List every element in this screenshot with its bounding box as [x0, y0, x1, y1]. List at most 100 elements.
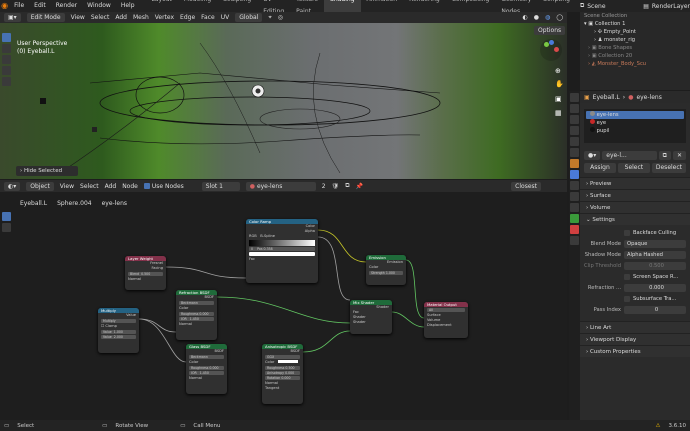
ne-menu-select[interactable]: Select — [80, 183, 99, 190]
constraints-tab-icon[interactable] — [570, 203, 579, 212]
modifier-tab-icon[interactable] — [570, 170, 579, 179]
scene-tab-icon[interactable] — [570, 137, 579, 146]
sss-checkbox[interactable] — [624, 295, 630, 302]
shader-type-select[interactable]: Object — [26, 181, 54, 191]
shading-solid-icon[interactable]: ● — [534, 14, 539, 21]
menu-file[interactable]: File — [9, 0, 29, 12]
emission-strength[interactable]: Strength 1.000 — [369, 271, 403, 275]
deselect-button[interactable]: Deselect — [651, 163, 687, 173]
material-slot-list[interactable]: eye-lens eye pupil — [584, 109, 686, 143]
slot-eye[interactable]: eye — [586, 119, 684, 127]
ssr-checkbox[interactable] — [624, 273, 630, 280]
node-annotate-tool-icon[interactable] — [2, 223, 11, 232]
outliner-collection-20[interactable]: › ▣ Collection 20 — [580, 52, 690, 60]
glass-roughness[interactable]: Roughness 0.000 — [189, 366, 224, 370]
view-layer-tab-icon[interactable] — [570, 126, 579, 135]
color-ramp-mode[interactable]: RGB B-Spline — [246, 234, 318, 239]
backface-row[interactable]: Backface Culling — [580, 227, 690, 238]
material-output-node[interactable]: Material Output All Surface Volume Displ… — [424, 302, 468, 338]
physics-tab-icon[interactable] — [570, 192, 579, 201]
panel-line-art[interactable]: › Line Art — [580, 321, 690, 333]
menu-help[interactable]: Help — [116, 0, 140, 12]
navigation-gizmo[interactable] — [540, 39, 562, 61]
data-tab-icon[interactable] — [570, 214, 579, 223]
menu-render[interactable]: Render — [51, 0, 82, 12]
hide-selected-panel[interactable]: › Hide Selected — [16, 166, 78, 176]
outliner-monster-body[interactable]: › ◭ Monster_Body_Scu — [580, 60, 690, 68]
refraction-roughness[interactable]: Roughness 0.000 — [179, 312, 214, 316]
outliner-bone-shapes[interactable]: › ▣ Bone Shapes — [580, 44, 690, 52]
tool-tab-icon[interactable] — [570, 93, 579, 102]
shadow-mode-select[interactable]: Alpha Hashed — [624, 250, 686, 259]
blend-mode-select[interactable]: Opaque — [624, 239, 686, 248]
vp-menu-view[interactable]: View — [71, 14, 85, 21]
vp-menu-select[interactable]: Select — [91, 14, 110, 21]
mode-select[interactable]: Edit Mode — [26, 13, 65, 22]
ortho-icon[interactable]: ▦ — [555, 109, 562, 117]
color-ramp-node[interactable]: Color Ramp Color Alpha RGB B-Spline 0 Po… — [246, 219, 318, 283]
camera-icon[interactable]: ▣ — [555, 95, 562, 103]
ssr-row[interactable]: Screen Space R... — [580, 271, 690, 282]
clip-threshold-field[interactable]: 0.500 — [624, 261, 686, 270]
particles-tab-icon[interactable] — [570, 181, 579, 190]
multiply-operation[interactable]: Multiply — [101, 319, 136, 323]
anisotropic-dist[interactable]: GGX — [265, 355, 300, 359]
glass-dist[interactable]: Beckmann — [189, 355, 224, 359]
slot-eye-lens[interactable]: eye-lens — [586, 111, 684, 119]
orientation-select[interactable]: Global — [235, 13, 263, 22]
refraction-depth-field[interactable]: 0.000 — [624, 283, 686, 292]
assign-button[interactable]: Assign — [584, 163, 616, 173]
render-tab-icon[interactable] — [570, 104, 579, 113]
panel-custom-properties[interactable]: › Custom Properties — [580, 345, 690, 357]
use-nodes-checkbox[interactable] — [143, 183, 150, 189]
layer-weight-node[interactable]: Layer Weight Fresnel Facing Blend 0.500 … — [125, 256, 166, 290]
panel-viewport-display[interactable]: › Viewport Display — [580, 333, 690, 345]
backface-checkbox[interactable] — [624, 229, 630, 236]
render-layer-name[interactable]: RenderLayer — [652, 3, 690, 10]
multiply-value1[interactable]: Value 1.000 — [101, 330, 136, 334]
refraction-ior[interactable]: IOR 1.450 — [179, 317, 214, 321]
ne-menu-view[interactable]: View — [60, 183, 74, 190]
overlay-icon[interactable]: ◐ — [523, 14, 528, 21]
zoom-icon[interactable]: ⊕ — [555, 67, 561, 75]
world-tab-icon[interactable] — [570, 148, 579, 157]
editor-type-button[interactable]: ▣▾ — [4, 13, 21, 22]
menu-edit[interactable]: Edit — [29, 0, 51, 12]
node-editor-type-button[interactable]: ◐▾ — [4, 181, 21, 191]
color-ramp-stop-row[interactable]: 0 Pos 0.358 — [249, 247, 315, 251]
ne-menu-add[interactable]: Add — [105, 183, 117, 190]
glass-ior[interactable]: IOR 1.450 — [189, 371, 224, 375]
color-ramp-gradient[interactable] — [249, 240, 315, 246]
panel-surface[interactable]: › Surface — [580, 189, 690, 201]
panel-volume[interactable]: › Volume — [580, 201, 690, 213]
viewport-options-button[interactable]: Options — [534, 26, 566, 35]
shading-material-icon[interactable]: ◍ — [545, 14, 550, 21]
anisotropic-anisotropy[interactable]: Anisotropy 0.000 — [265, 371, 300, 375]
duplicate-material-button[interactable]: ⧉ — [658, 151, 671, 160]
anisotropic-roughness[interactable]: Roughness 0.500 — [265, 366, 300, 370]
node-editor[interactable]: Eyeball.L Sphere.004 eye-lens Color Ramp… — [0, 192, 567, 420]
layer-weight-blend[interactable]: Blend 0.500 — [128, 272, 163, 276]
warning-icon[interactable]: ⚠ — [656, 423, 661, 429]
vp-menu-edge[interactable]: Edge — [180, 14, 195, 21]
sss-row[interactable]: Subsurface Tra... — [580, 293, 690, 304]
multiply-clamp[interactable]: ☐ Clamp — [98, 324, 139, 329]
node-select-tool-icon[interactable] — [2, 212, 11, 221]
browse-material-button[interactable]: ●▾ — [584, 151, 601, 160]
refraction-bsdf-node[interactable]: Refraction BSDF BSDF Beckmann Color Roug… — [176, 290, 217, 340]
rotate-tool-icon[interactable] — [2, 66, 11, 75]
pin-icon[interactable]: 📌 — [356, 183, 363, 190]
scale-tool-icon[interactable] — [2, 77, 11, 86]
snap-mode-select[interactable]: Closest — [511, 181, 541, 191]
multiply-value2[interactable]: Value 2.000 — [101, 335, 136, 339]
texture-tab-icon[interactable] — [570, 236, 579, 245]
material-tab-icon[interactable] — [570, 225, 579, 234]
outliner-scene-collection[interactable]: Scene Collection — [580, 12, 690, 20]
vp-menu-vertex[interactable]: Vertex — [155, 14, 174, 21]
shading-rendered-icon[interactable]: ◯ — [556, 14, 563, 21]
vp-menu-add[interactable]: Add — [115, 14, 127, 21]
panel-preview[interactable]: › Preview — [580, 177, 690, 189]
pan-icon[interactable]: ✋ — [555, 80, 564, 88]
scene-name[interactable]: Scene — [587, 3, 625, 10]
menu-window[interactable]: Window — [82, 0, 116, 12]
